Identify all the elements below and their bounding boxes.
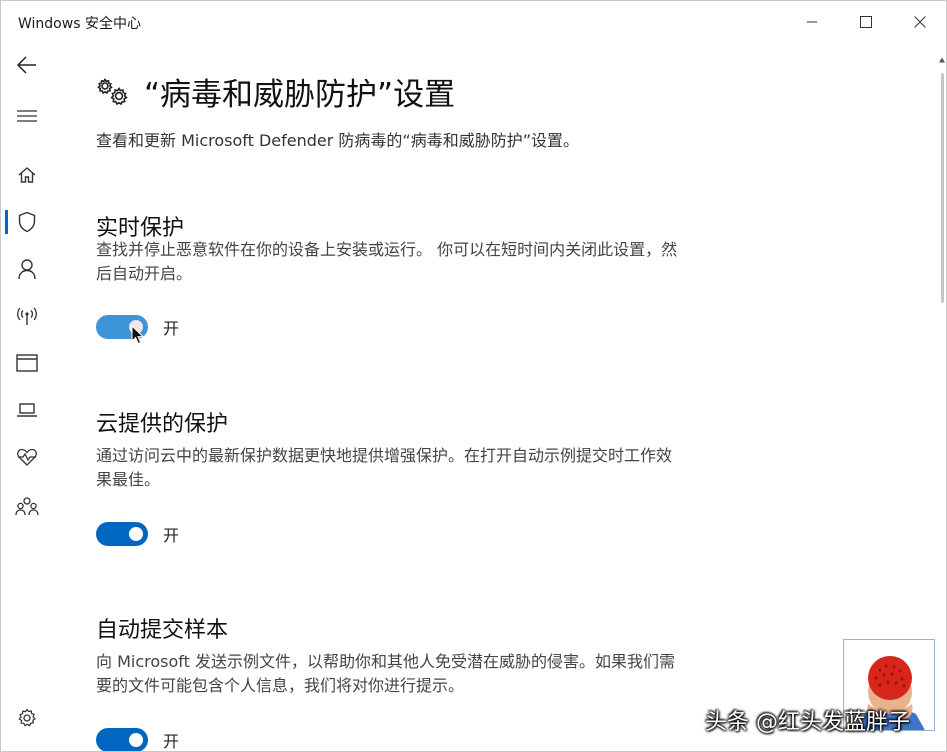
back-arrow-icon (16, 56, 36, 74)
cloud-protection-toggle[interactable] (96, 522, 148, 546)
app-window: Windows 安全中心 “病毒和威胁防护”设置 查看和更新 Microsoft… (0, 0, 947, 752)
close-button[interactable] (893, 1, 946, 43)
main-content: “病毒和威胁防护”设置 查看和更新 Microsoft Defender 防病毒… (53, 43, 941, 751)
realtime-protection-toggle-row: 开 (96, 315, 180, 345)
scroll-up-arrow-icon[interactable] (939, 57, 945, 63)
maximize-icon (860, 16, 872, 28)
section-description-sample-submission: 向 Microsoft 发送示例文件，以帮助你和其他人免受潜在威胁的侵害。如果我… (96, 652, 675, 695)
person-icon (18, 259, 36, 280)
active-indicator (5, 210, 8, 234)
sidebar-item-device-security[interactable] (1, 388, 53, 432)
sidebar-item-account-protection[interactable] (1, 247, 53, 291)
sidebar-item-home[interactable] (1, 153, 53, 197)
wireless-antenna-icon (17, 307, 37, 325)
menu-button[interactable] (1, 94, 53, 138)
laptop-icon (17, 403, 37, 417)
mouse-cursor-icon (131, 325, 145, 345)
section-title-cloud-protection: 云提供的保护 (96, 412, 229, 437)
sample-submission-toggle-label: 开 (163, 732, 180, 751)
browser-window-icon (16, 354, 38, 372)
back-button[interactable] (1, 43, 53, 87)
realtime-protection-toggle[interactable] (96, 315, 148, 345)
vertical-scrollbar[interactable] (939, 43, 945, 751)
sidebar-item-virus-protection[interactable] (1, 200, 53, 244)
section-description-realtime-protection: 查找并停止恶意软件在你的设备上安装或运行。 你可以在短时间内关闭此设置，然后自动… (96, 240, 678, 283)
sidebar-item-settings[interactable] (1, 696, 53, 740)
page-title: “病毒和威胁防护”设置 (144, 77, 456, 113)
page-header: “病毒和威胁防护”设置 (96, 69, 455, 114)
gear-icon (18, 708, 36, 727)
maximize-button[interactable] (839, 1, 893, 43)
title-bar: Windows 安全中心 (1, 1, 946, 43)
minimize-button[interactable] (785, 1, 839, 43)
sidebar-item-family-options[interactable] (1, 484, 53, 528)
sidebar-item-firewall-network[interactable] (1, 294, 53, 338)
section-title-sample-submission: 自动提交样本 (96, 618, 229, 643)
gear-icon (97, 77, 128, 105)
toggle-knob (129, 527, 143, 541)
family-icon (15, 497, 39, 516)
scrollbar-thumb[interactable] (941, 73, 944, 303)
app-title: Windows 安全中心 (18, 16, 141, 32)
hamburger-menu-icon (17, 110, 37, 122)
close-icon (914, 16, 926, 28)
realtime-protection-toggle-label: 开 (163, 319, 180, 338)
section-description-cloud-protection: 通过访问云中的最新保护数据更快地提供增强保护。在打开自动示例提交时工作效果最佳。 (96, 446, 673, 489)
sidebar-item-app-browser-control[interactable] (1, 341, 53, 385)
sample-submission-toggle-row: 开 (96, 728, 180, 751)
minimize-icon (807, 21, 817, 23)
heart-pulse-icon (17, 448, 37, 466)
cloud-protection-toggle-label: 开 (163, 526, 180, 545)
sidebar-nav (1, 43, 53, 751)
home-icon (18, 167, 36, 183)
sidebar-item-device-performance[interactable] (1, 435, 53, 479)
watermark-text: 头条 @红头发蓝胖子 (705, 710, 910, 735)
toggle-knob (129, 733, 143, 747)
cloud-protection-toggle-row: 开 (96, 522, 179, 546)
page-description: 查看和更新 Microsoft Defender 防病毒的“病毒和威胁防护”设置… (96, 131, 580, 150)
sample-submission-toggle[interactable] (96, 728, 148, 751)
shield-icon (18, 211, 36, 233)
